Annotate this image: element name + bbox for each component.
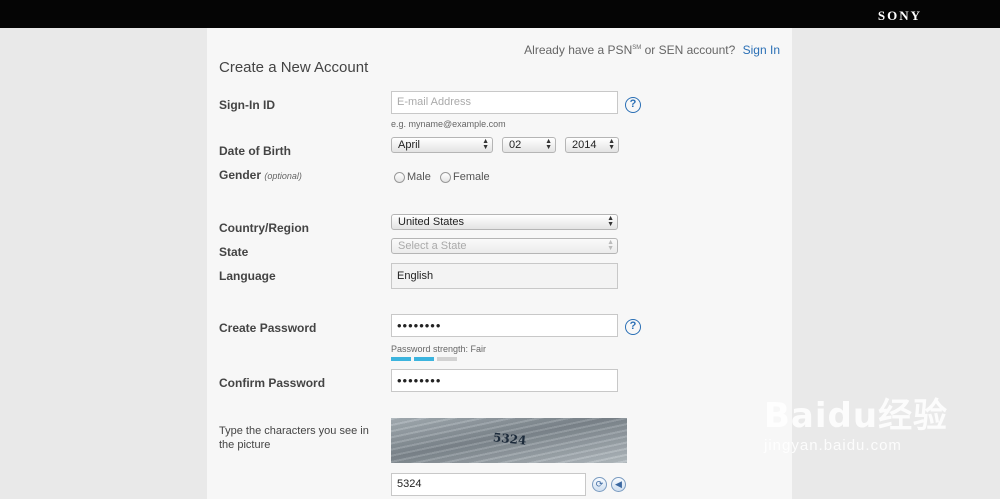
state-placeholder: Select a State [398,240,467,252]
gender-label-text: Gender [219,168,262,182]
password-field[interactable]: •••••••• [391,314,618,337]
birth-year-select[interactable]: 2014 ▲ ▼ [565,137,619,153]
male-radio[interactable] [394,171,405,183]
top-bar: SONY [0,0,1000,28]
optional-note: (optional) [264,171,302,181]
strength-segment [414,357,434,361]
sign-in-link[interactable]: Sign In [743,43,780,57]
dob-label: Date of Birth [219,144,291,158]
birth-day-select[interactable]: 02 ▲ ▼ [502,137,556,153]
help-icon[interactable]: ? [625,319,641,335]
email-field[interactable]: E-mail Address [391,91,618,114]
country-label: Country/Region [219,221,309,235]
captcha-label: Type the characters you see in the pictu… [219,425,369,451]
country-value: United States [398,216,465,228]
registration-panel: Already have a PSNSM or SEN account? Sig… [207,28,792,499]
watermark-url: jingyan.baidu.com [764,437,902,454]
male-label: Male [407,171,431,183]
sony-logo: SONY [877,8,922,23]
select-arrows-icon: ▲ ▼ [607,239,614,252]
watermark-logo: Baidu经验 [764,388,964,437]
password-label: Create Password [219,321,317,335]
password-strength-text: Password strength: Fair [391,344,487,354]
refresh-icon[interactable]: ⟳ [592,477,607,492]
signin-prompt-text: Already have a PSN [524,43,633,57]
page-title: Create a New Account [219,59,369,76]
audio-icon[interactable]: ◀ [611,477,626,492]
gender-male-option[interactable]: Male [394,171,431,183]
birth-month-select[interactable]: April ▲ ▼ [391,137,493,153]
birth-year-value: 2014 [572,139,597,151]
captcha-image: 5324 [391,418,627,463]
state-label: State [219,245,249,259]
state-select[interactable]: Select a State ▲ ▼ [391,238,618,254]
signin-prompt: Already have a PSNSM or SEN account? Sig… [524,43,780,57]
strength-segment [391,357,411,361]
birth-month-value: April [398,139,421,151]
select-arrows-icon: ▲ ▼ [607,215,614,228]
password-strength-meter [391,357,457,361]
gender-label: Gender (optional) [219,168,302,182]
captcha-input[interactable]: 5324 [391,473,586,496]
baidu-watermark: Baidu经验 jingyan.baidu.com [764,388,964,478]
watermark-cn: 经验 [878,396,949,436]
select-arrows-icon: ▲ ▼ [608,138,615,151]
email-hint: e.g. myname@example.com [391,119,506,129]
language-label: Language [219,269,276,283]
help-icon[interactable]: ? [625,97,641,113]
confirm-password-field[interactable]: •••••••• [391,369,618,392]
confirm-password-label: Confirm Password [219,376,326,390]
female-label: Female [453,171,490,183]
signin-id-label: Sign-In ID [219,98,275,112]
watermark-du: du [827,396,879,436]
strength-segment [437,357,457,361]
service-mark: SM [632,45,642,51]
gender-female-option[interactable]: Female [440,171,490,183]
select-arrows-icon: ▲ ▼ [545,138,552,151]
country-select[interactable]: United States ▲ ▼ [391,214,618,230]
select-arrows-icon: ▲ ▼ [482,138,489,151]
signin-prompt-text-after: or SEN account? [641,43,736,57]
language-field: English [391,263,618,289]
female-radio[interactable] [440,171,451,183]
birth-day-value: 02 [509,139,522,151]
